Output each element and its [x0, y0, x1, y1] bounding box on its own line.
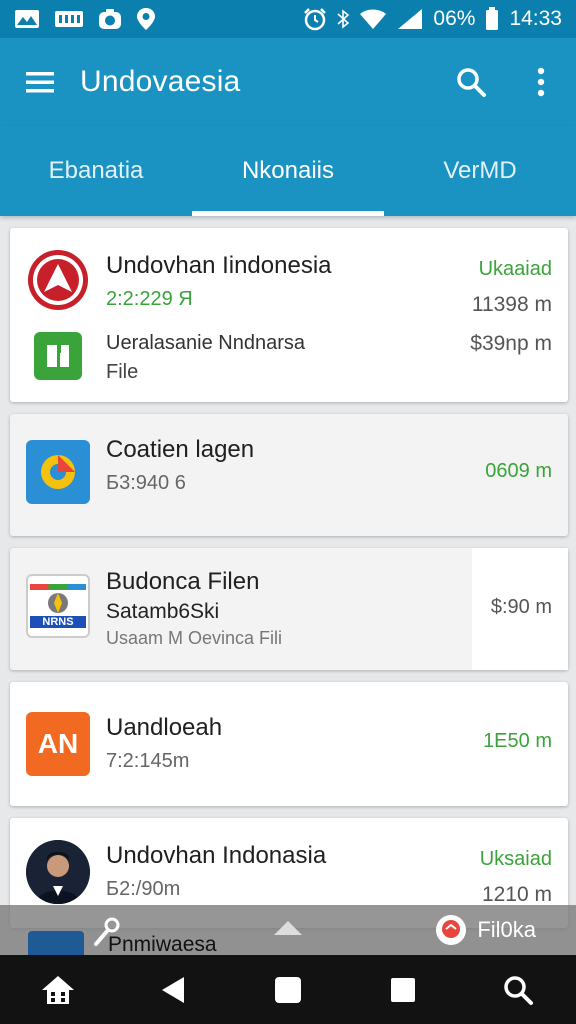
nrns-card-icon: NRNS	[26, 574, 90, 638]
item-size: $:90 m	[490, 596, 552, 618]
bottom-sheet-peek[interactable]: Pnmiwaesa Fil0ka	[0, 905, 576, 956]
overflow-menu-button[interactable]	[506, 38, 576, 126]
item-title: Budonca Filen	[106, 568, 260, 595]
item-subtitle-2: Usaam M Oevinca Fili	[106, 628, 283, 648]
battery-icon	[485, 7, 499, 31]
location-pin-icon	[136, 7, 156, 31]
peek-thumb	[28, 931, 84, 955]
tab-2[interactable]: VerMD	[384, 126, 576, 216]
tab-0[interactable]: Ebanatia	[0, 126, 192, 216]
battery-percent: 06%	[433, 7, 476, 30]
item-title: Undovhan Indonasia	[106, 842, 327, 869]
navigation-bar	[0, 955, 576, 1024]
filter-action[interactable]: Fil0ka	[435, 914, 536, 946]
green-file-icon	[34, 332, 82, 380]
avatar-icon	[26, 840, 90, 904]
search-button[interactable]	[436, 38, 506, 126]
item-status: Uksaiad	[479, 848, 552, 870]
item-size: 0609 m	[485, 460, 552, 482]
app-title: Undovaesia	[80, 65, 241, 98]
action-label: Fil0ka	[477, 917, 536, 942]
chat-icon	[436, 915, 467, 945]
clock: 14:33	[509, 7, 562, 30]
red-circle-logo-icon	[26, 248, 90, 312]
home-button[interactable]	[28, 960, 88, 1020]
tab-1[interactable]: Nkonaiis	[192, 126, 384, 216]
search-nav-button[interactable]	[488, 960, 548, 1020]
item-size: 11398 m	[471, 293, 552, 316]
tab-label: VerMD	[443, 157, 517, 184]
list-item[interactable]: NRNS Budonca Filen Satamb6Ski Usaam M Oe…	[10, 548, 568, 670]
back-triangle-icon	[161, 976, 184, 1003]
icon-label: AN	[37, 728, 79, 759]
signal-icon	[397, 8, 423, 30]
item-secondary-sub: File	[106, 361, 139, 383]
tab-bar: Ebanatia Nkonaiis VerMD	[0, 126, 576, 216]
list-item[interactable]: Undovhan Iindonesia 2:2:229 Я Ukaaiad 11…	[10, 228, 568, 402]
recents-button[interactable]	[373, 960, 433, 1020]
item-title: Coatien lagen	[106, 436, 255, 463]
item-subtitle: Satamb6Ski	[106, 600, 220, 623]
back-button[interactable]	[143, 960, 203, 1020]
orange-an-icon: AN	[26, 712, 90, 776]
app-bar: Undovaesia	[0, 38, 576, 126]
camera-icon	[98, 8, 122, 30]
icon-label: NRNS	[30, 616, 86, 628]
chevron-up-icon[interactable]	[272, 919, 304, 937]
image-icon	[14, 9, 40, 29]
blue-app-icon	[26, 440, 90, 504]
stop-icon	[391, 977, 416, 1002]
item-subtitle: Б2:/90m	[106, 878, 181, 900]
item-size: 1E50 m	[483, 730, 552, 752]
item-subtitle: 2:2:229 Я	[106, 288, 193, 310]
alarm-icon	[303, 7, 327, 31]
item-size: 1210 m	[481, 883, 552, 906]
bluetooth-icon	[337, 9, 350, 29]
item-subtitle: Б3:940 6	[106, 472, 186, 494]
menu-button[interactable]	[0, 38, 80, 126]
item-subtitle: 7:2:145m	[106, 750, 190, 772]
item-secondary-title: Ueralasanie Nndnarsa	[106, 332, 306, 354]
tab-label: Ebanatia	[48, 157, 144, 184]
list-item[interactable]: AN Uandloeah 7:2:145m 1E50 m	[10, 682, 568, 806]
home-icon	[41, 975, 74, 1004]
item-status: Ukaaiad	[478, 258, 552, 280]
sim-icon	[54, 9, 84, 29]
overview-button[interactable]	[258, 960, 318, 1020]
tab-label: Nkonaiis	[241, 157, 335, 184]
more-vert-icon	[537, 67, 545, 97]
item-title: Undovhan Iindonesia	[106, 252, 332, 279]
list-item[interactable]: Coatien lagen Б3:940 6 0609 m	[10, 414, 568, 536]
peek-title: Pnmiwaesa	[108, 933, 217, 956]
search-icon	[457, 68, 486, 97]
status-bar: 06% 14:33	[0, 0, 576, 38]
item-secondary-meta: $39np m	[470, 332, 552, 355]
search-icon	[504, 975, 534, 1005]
hamburger-icon	[26, 72, 54, 93]
square-icon	[274, 976, 301, 1003]
wifi-icon	[359, 8, 387, 30]
item-title: Uandloeah	[106, 714, 223, 741]
